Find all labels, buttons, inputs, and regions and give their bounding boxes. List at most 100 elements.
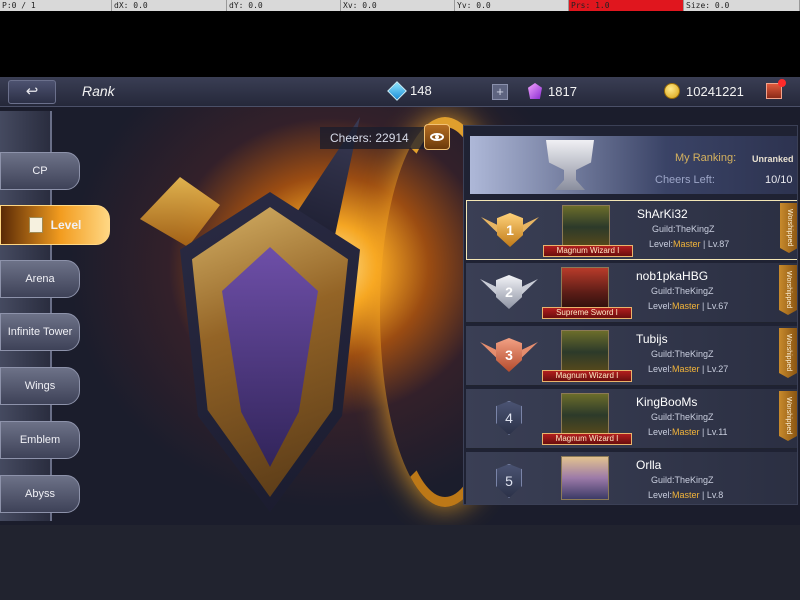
- rank-badge-icon: 5: [480, 464, 538, 500]
- ranking-row[interactable]: 4 Magnum Wizard I KingBooMs Guild:TheKin…: [466, 389, 797, 449]
- mail-notification-icon[interactable]: [766, 79, 786, 99]
- bronze-rank-badge-icon: 3: [480, 338, 538, 374]
- level-prefix: Level:: [648, 301, 673, 311]
- avatar[interactable]: [561, 267, 609, 311]
- avatar[interactable]: [561, 456, 609, 500]
- player-level: Level:Master | Lv.67: [648, 301, 728, 311]
- worshipped-ribbon: Worshipped: [780, 203, 797, 253]
- player-level: Level:Master | Lv.11: [648, 427, 728, 437]
- sidebar-item-label: Level: [50, 218, 82, 232]
- player-level: Level:Master | Lv.87: [649, 239, 729, 249]
- rank-number: 5: [496, 464, 522, 498]
- top-bar: ↩ Rank 148 + 1817 10241221: [0, 77, 800, 107]
- my-ranking-banner: My Ranking: Unranked Cheers Left: 10/10: [470, 136, 797, 194]
- rank-number: 4: [496, 401, 522, 435]
- level-number: | Lv.87: [700, 239, 730, 249]
- rank-badge-icon: 4: [480, 401, 538, 437]
- sidebar-item-label: CP: [32, 165, 48, 177]
- ranking-row[interactable]: 3 Magnum Wizard I Tubijs Guild:TheKingZ …: [466, 326, 797, 386]
- gold-counter: 10241221: [664, 83, 744, 99]
- diamond-icon: [387, 80, 407, 101]
- player-name: nob1pkaHBG: [636, 269, 709, 283]
- rank-number: 3: [496, 338, 522, 372]
- add-currency-button[interactable]: +: [492, 84, 508, 100]
- sidebar-item-wings[interactable]: Wings: [0, 367, 80, 405]
- level-prefix: Level:: [649, 239, 674, 249]
- debug-overlay-bar: P:0 / 1 dX: 0.0 dY: 0.0 Xv: 0.0 Yv: 0.0 …: [0, 0, 800, 11]
- level-tier: Master: [672, 364, 700, 374]
- purple-crystal-icon: [528, 83, 542, 99]
- level-tier: Master: [672, 301, 700, 311]
- cheers-left-value: 10/10: [765, 174, 793, 186]
- sidebar-item-label: Wings: [24, 380, 56, 392]
- player-name: ShArKi32: [637, 207, 688, 221]
- level-number: | Lv.67: [699, 301, 729, 311]
- avatar[interactable]: [561, 330, 609, 374]
- sidebar-item-label: Abyss: [25, 488, 55, 500]
- sidebar-item-infinite-tower[interactable]: Infinite Tower: [0, 313, 80, 351]
- gold-rank-badge-icon: 1: [481, 213, 539, 249]
- level-tier: Master: [673, 239, 701, 249]
- debug-size: Size: 0.0: [684, 0, 800, 11]
- player-guild: Guild:TheKingZ: [651, 286, 714, 296]
- crystal-counter: 1817: [528, 83, 577, 99]
- class-label: Supreme Sword I: [542, 307, 632, 319]
- crystal-amount: 1817: [548, 83, 577, 99]
- book-icon: [28, 217, 43, 233]
- ranking-row[interactable]: 2 Supreme Sword I nob1pkaHBG Guild:TheKi…: [466, 263, 797, 323]
- rank-category-sidebar: CP Level Arena Infinite Tower Wings Embl…: [0, 111, 110, 522]
- page-title: Rank: [82, 83, 115, 99]
- class-label: Magnum Wizard I: [542, 370, 632, 382]
- ranking-row[interactable]: 5 Orlla Guild:TheKingZ Level:Master | Lv…: [466, 452, 797, 504]
- gold-coin-icon: [664, 83, 680, 99]
- player-guild: Guild:TheKingZ: [651, 349, 714, 359]
- cheers-left-label: Cheers Left:: [655, 174, 715, 186]
- level-prefix: Level:: [648, 427, 673, 437]
- class-label: Magnum Wizard I: [542, 433, 632, 445]
- ranking-row[interactable]: 1 Magnum Wizard I ShArKi32 Guild:TheKing…: [466, 200, 797, 260]
- gold-amount: 10241221: [686, 83, 744, 99]
- screen: P:0 / 1 dX: 0.0 dY: 0.0 Xv: 0.0 Yv: 0.0 …: [0, 0, 800, 600]
- worshipped-ribbon: Worshipped: [779, 391, 797, 441]
- player-name: Tubijs: [636, 332, 668, 346]
- worshipped-ribbon: Worshipped: [779, 328, 797, 378]
- player-guild: Guild:TheKingZ: [652, 224, 715, 234]
- eye-icon: [430, 133, 444, 141]
- ranking-panel: My Ranking: Unranked Cheers Left: 10/10 …: [463, 125, 798, 505]
- sidebar-item-arena[interactable]: Arena: [0, 260, 80, 298]
- my-ranking-value: Unranked: [752, 154, 794, 164]
- view-character-button[interactable]: [424, 124, 450, 150]
- worshipped-ribbon: Worshipped: [779, 265, 797, 315]
- debug-dx: dX: 0.0: [112, 0, 227, 11]
- level-tier: Master: [672, 490, 700, 500]
- my-ranking-label: My Ranking:: [675, 152, 737, 164]
- sidebar-item-emblem[interactable]: Emblem: [0, 421, 80, 459]
- avatar[interactable]: [562, 205, 610, 249]
- rank-number: 1: [497, 213, 523, 247]
- player-name: KingBooMs: [636, 395, 698, 409]
- debug-pressure: Prs: 1.0: [569, 0, 684, 11]
- diamond-amount: 148: [410, 83, 432, 98]
- diamond-counter: 148: [387, 80, 432, 101]
- bottom-strip: [0, 525, 800, 600]
- sidebar-item-label: Emblem: [19, 434, 61, 446]
- level-number: | Lv.8: [699, 490, 724, 500]
- debug-xv: Xv: 0.0: [341, 0, 455, 11]
- character-artwork: [110, 117, 410, 525]
- class-label: Magnum Wizard I: [543, 245, 633, 257]
- level-prefix: Level:: [648, 490, 673, 500]
- player-level: Level:Master | Lv.27: [648, 364, 728, 374]
- sidebar-item-label: Arena: [25, 273, 55, 285]
- player-level: Level:Master | Lv.8: [648, 490, 723, 500]
- level-prefix: Level:: [648, 364, 673, 374]
- level-number: | Lv.27: [699, 364, 729, 374]
- avatar[interactable]: [561, 393, 609, 437]
- trophy-icon: [546, 140, 594, 190]
- player-guild: Guild:TheKingZ: [651, 475, 714, 485]
- sidebar-item-abyss[interactable]: Abyss: [0, 475, 80, 513]
- game-viewport: ↩ Rank 148 + 1817 10241221 CP Level Aren…: [0, 77, 800, 525]
- level-number: | Lv.11: [699, 427, 728, 437]
- sidebar-item-cp[interactable]: CP: [0, 152, 80, 190]
- sidebar-item-level[interactable]: Level: [0, 205, 110, 245]
- back-button[interactable]: ↩: [8, 80, 56, 104]
